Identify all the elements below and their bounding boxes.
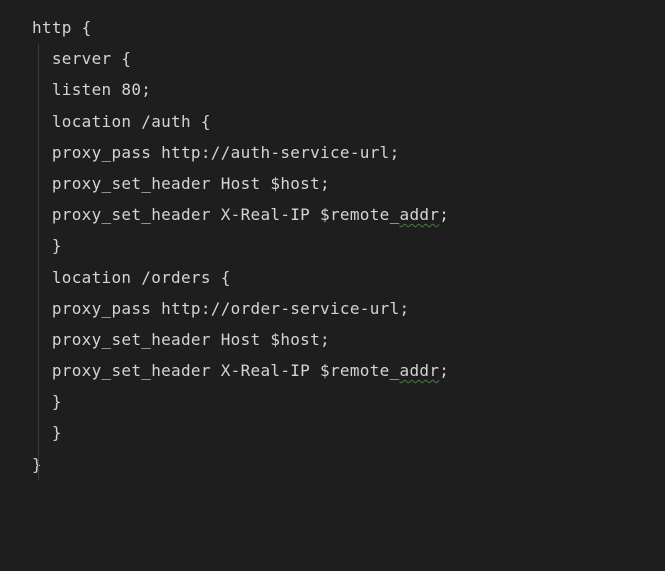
code-line: location /orders {: [32, 262, 665, 293]
code-line: }: [32, 230, 665, 261]
code-line: proxy_set_header X-Real-IP $remote_addr;: [32, 355, 665, 386]
code-text: ;: [439, 361, 449, 380]
spell-underline: addr: [400, 361, 440, 380]
code-line: }: [32, 449, 665, 480]
code-line: location /auth {: [32, 106, 665, 137]
code-line: listen 80;: [32, 74, 665, 105]
code-line: }: [32, 386, 665, 417]
code-line: proxy_set_header Host $host;: [32, 168, 665, 199]
code-line: server {: [32, 43, 665, 74]
spell-underline: addr: [400, 205, 440, 224]
code-line: proxy_set_header Host $host;: [32, 324, 665, 355]
code-line: http {: [32, 12, 665, 43]
code-text: proxy_set_header X-Real-IP $remote_: [32, 361, 400, 380]
code-line: proxy_pass http://auth-service-url;: [32, 137, 665, 168]
code-line: proxy_pass http://order-service-url;: [32, 293, 665, 324]
code-text: proxy_set_header X-Real-IP $remote_: [32, 205, 400, 224]
indent-guide: [38, 44, 39, 480]
code-text: ;: [439, 205, 449, 224]
code-block: http { server { listen 80; location /aut…: [0, 12, 665, 480]
code-line: }: [32, 417, 665, 448]
code-line: proxy_set_header X-Real-IP $remote_addr;: [32, 199, 665, 230]
